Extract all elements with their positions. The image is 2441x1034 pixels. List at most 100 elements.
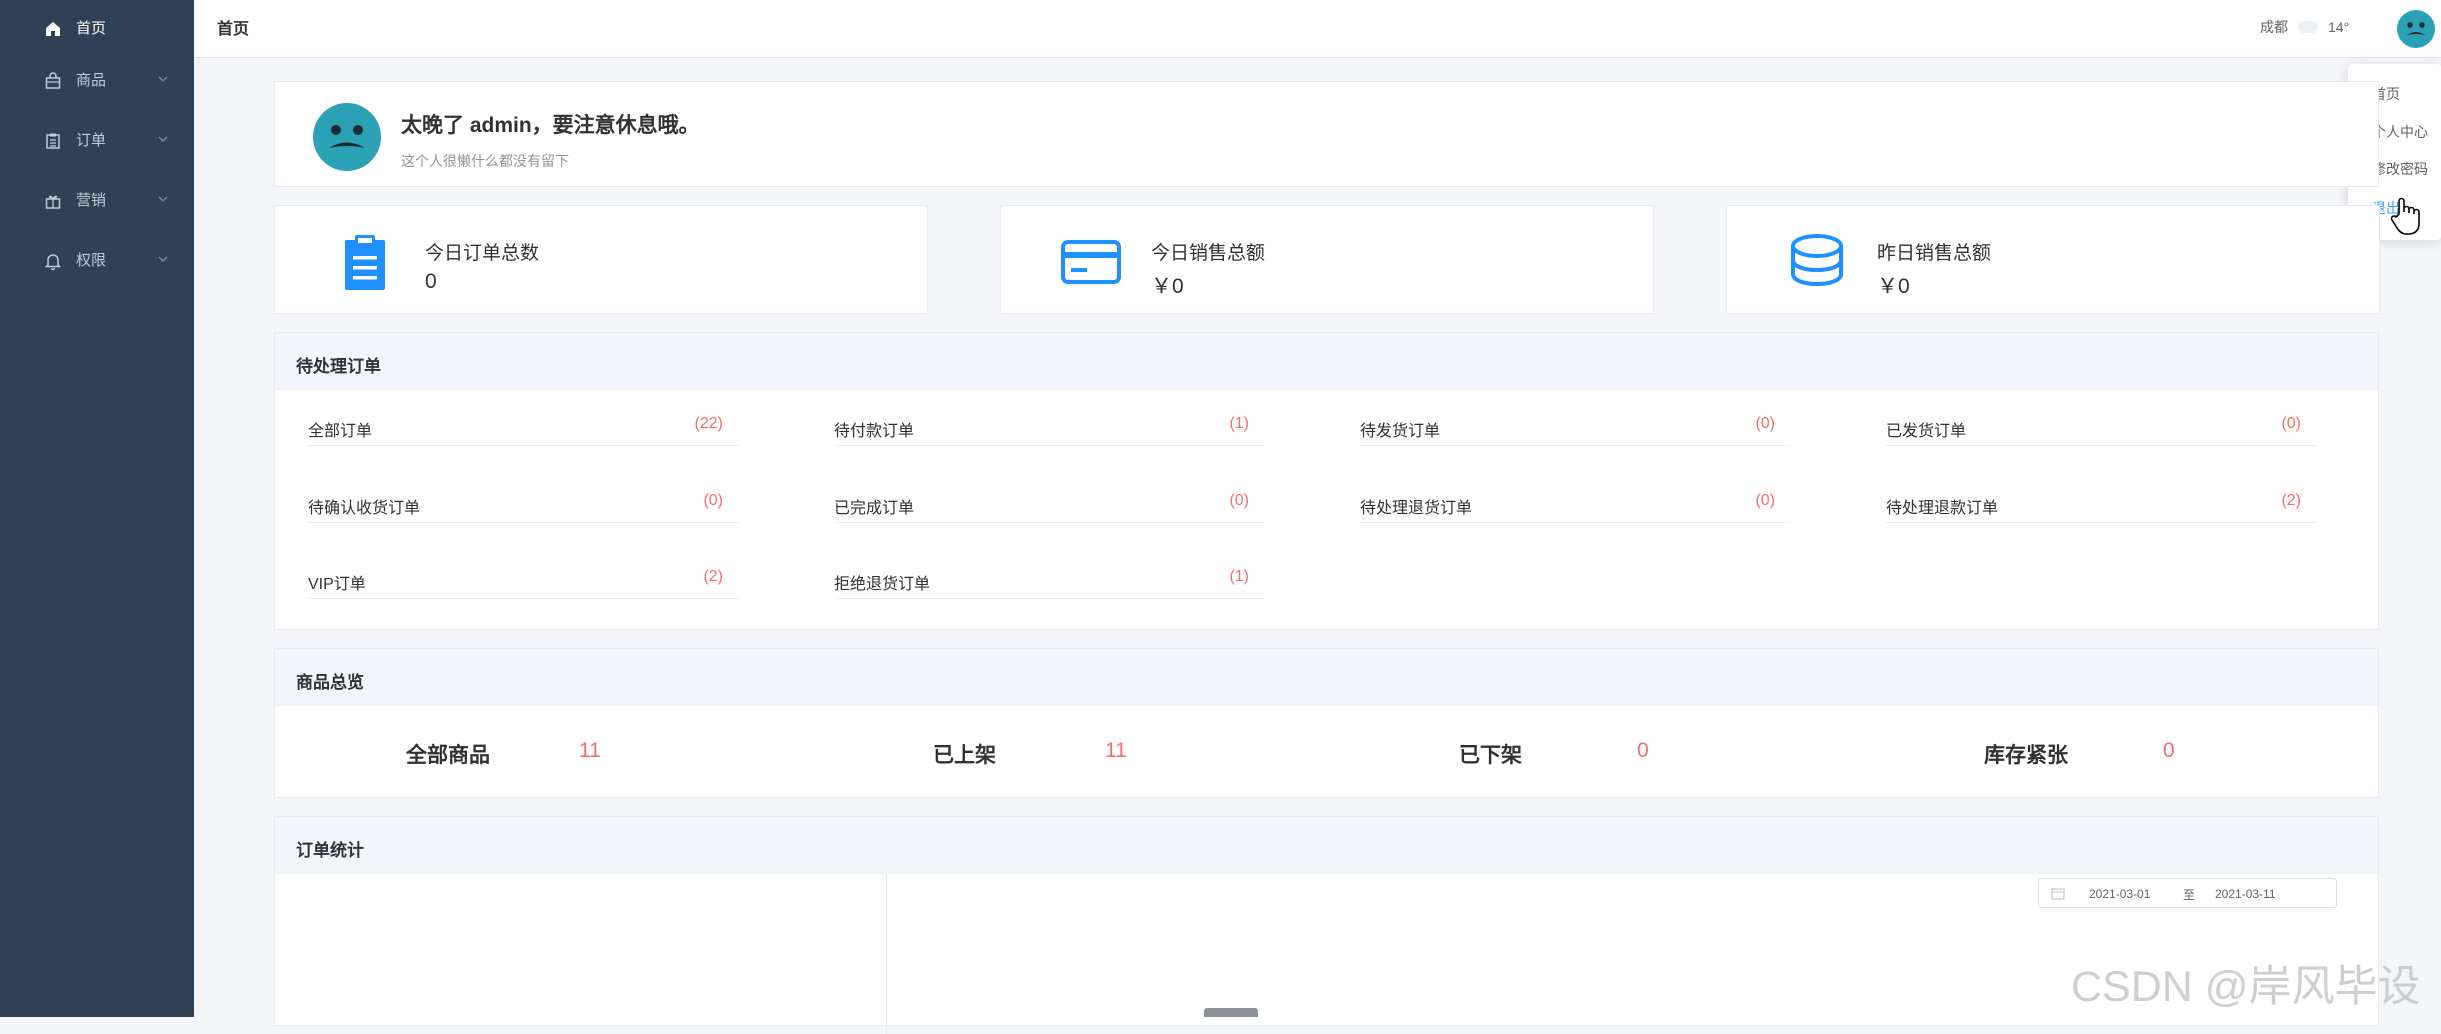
stat-value: ￥0 (1877, 275, 1910, 298)
sidebar: 首页 商品 订单 营销 权限 (0, 0, 194, 1017)
goods-stat-value[interactable]: 0 (1637, 739, 1649, 763)
chevron-down-icon (158, 136, 168, 142)
welcome-panel: 太晚了 admin，要注意休息哦。 这个人很懒什么都没有留下 (274, 81, 2379, 187)
chevron-down-icon (158, 76, 168, 82)
sidebar-item-label: 订单 (76, 132, 107, 149)
order-item-to-confirm[interactable]: 待确认收货订单 (0) (308, 479, 739, 523)
watermark: CSDN @岸风毕设 (2071, 963, 2421, 1011)
section-title: 待处理订单 (296, 357, 381, 376)
chevron-down-icon (158, 256, 168, 262)
gift-icon (45, 195, 61, 209)
order-item-to-ship[interactable]: 待发货订单 (0) (1360, 402, 1791, 446)
stat-card-yesterday-sales: 昨日销售总额 ￥0 (1726, 205, 2380, 314)
user-avatar (313, 103, 381, 171)
order-count: (0) (1229, 492, 1249, 509)
order-count: (0) (1755, 415, 1775, 432)
sidebar-item-home[interactable]: 首页 (0, 0, 194, 60)
section-header: 订单统计 (275, 817, 2378, 874)
order-label: 待确认收货订单 (308, 500, 421, 517)
stat-card-today-orders: 今日订单总数 0 (274, 205, 928, 314)
stat-value: ￥0 (1151, 275, 1184, 298)
welcome-greeting: 太晚了 admin，要注意休息哦。 (401, 114, 700, 137)
shopping-bag-icon (45, 72, 61, 89)
horizontal-scrollbar-thumb[interactable] (1204, 1008, 1258, 1017)
sidebar-item-label: 营销 (76, 192, 107, 209)
clipboard-icon (46, 133, 60, 149)
sidebar-item-label: 商品 (76, 72, 107, 89)
order-count: (2) (2281, 492, 2301, 509)
order-label: 已完成订单 (834, 500, 915, 517)
weather-city: 成都 (2260, 19, 2288, 35)
user-avatar[interactable] (2397, 10, 2435, 48)
stat-value: 0 (425, 270, 437, 293)
order-count: (0) (703, 492, 723, 509)
breadcrumb[interactable]: 首页 (217, 15, 249, 39)
sidebar-item-orders[interactable]: 订单 (0, 112, 194, 172)
calendar-icon (2051, 888, 2065, 900)
stat-title: 今日销售总额 (1151, 243, 1266, 264)
date-end[interactable]: 2021-03-11 (2215, 887, 2276, 901)
order-item-return-pending[interactable]: 待处理退货订单 (0) (1360, 479, 1791, 523)
order-item-unpaid[interactable]: 待付款订单 (1) (834, 402, 1265, 446)
coins-stack-icon (1791, 234, 1843, 287)
order-item-return-rejected[interactable]: 拒绝退货订单 (1) (834, 555, 1265, 599)
goods-stat-value[interactable]: 11 (1105, 739, 1127, 763)
order-item-all[interactable]: 全部订单 (22) (308, 402, 739, 446)
order-label: VIP订单 (308, 576, 366, 593)
goods-stat-value[interactable]: 11 (579, 739, 601, 763)
order-item-refund-pending[interactable]: 待处理退款订单 (2) (1886, 479, 2317, 523)
sidebar-item-marketing[interactable]: 营销 (0, 172, 194, 232)
credit-card-icon (1061, 240, 1121, 284)
order-item-vip[interactable]: VIP订单 (2) (308, 555, 739, 599)
order-label: 待处理退货订单 (1360, 500, 1473, 517)
sidebar-item-label: 权限 (76, 252, 107, 269)
order-item-shipped[interactable]: 已发货订单 (0) (1886, 402, 2317, 446)
clipboard-icon (345, 235, 385, 290)
weather-widget: 成都 14° (2260, 17, 2349, 37)
order-statistics-panel: 订单统计 2021-03-01 至 2021-03-11 (274, 816, 2379, 1034)
goods-overview-panel: 商品总览 全部商品 11 已上架 11 已下架 0 库存紧张 0 (274, 648, 2379, 798)
sidebar-item-permissions[interactable]: 权限 (0, 232, 194, 292)
weather-temperature: 14° (2328, 19, 2350, 35)
sidebar-item-label: 首页 (76, 20, 107, 37)
menu-item-change-password[interactable]: 修改密码 (2372, 159, 2428, 179)
stat-title: 昨日销售总额 (1877, 243, 1992, 264)
order-label: 已发货订单 (1886, 423, 1967, 440)
order-count: (2) (703, 568, 723, 585)
goods-stat-label: 库存紧张 (1984, 744, 2068, 767)
order-label: 拒绝退货订单 (834, 576, 931, 593)
section-header: 商品总览 (275, 649, 2378, 706)
user-motto: 这个人很懒什么都没有留下 (401, 153, 569, 169)
goods-stat-label: 全部商品 (406, 744, 490, 767)
order-label: 待付款订单 (834, 423, 915, 440)
cloud-icon (2298, 21, 2318, 33)
order-item-completed[interactable]: 已完成订单 (0) (834, 479, 1265, 523)
section-title: 订单统计 (296, 841, 364, 860)
date-range-picker[interactable]: 2021-03-01 至 2021-03-11 (2038, 878, 2337, 908)
goods-stat-value[interactable]: 0 (2163, 739, 2175, 763)
goods-stat-label: 已下架 (1459, 744, 1522, 767)
order-count: (22) (694, 415, 723, 432)
date-separator: 至 (2183, 888, 2196, 902)
section-header: 待处理订单 (275, 333, 2378, 390)
menu-item-profile[interactable]: 个人中心 (2372, 122, 2428, 142)
order-label: 待处理退款订单 (1886, 500, 1999, 517)
date-start[interactable]: 2021-03-01 (2089, 887, 2150, 901)
vertical-divider (886, 874, 887, 1034)
bell-icon (44, 254, 62, 270)
top-navbar: 首页 成都 14° (194, 0, 2441, 58)
goods-stat-label: 已上架 (933, 744, 996, 767)
stat-title: 今日订单总数 (425, 243, 540, 264)
order-count: (1) (1229, 568, 1249, 585)
order-label: 全部订单 (308, 423, 373, 440)
order-count: (1) (1229, 415, 1249, 432)
chevron-down-icon (158, 196, 168, 202)
stat-card-today-sales: 今日销售总额 ￥0 (1000, 205, 1654, 314)
section-title: 商品总览 (296, 673, 364, 692)
order-count: (0) (2281, 415, 2301, 432)
home-icon (46, 22, 60, 36)
sidebar-item-goods[interactable]: 商品 (0, 52, 194, 112)
pending-orders-panel: 待处理订单 全部订单 (22) 待付款订单 (1) 待发货订单 (0) 已发货订… (274, 332, 2379, 630)
hand-cursor-icon (2390, 197, 2420, 235)
order-label: 待发货订单 (1360, 423, 1441, 440)
